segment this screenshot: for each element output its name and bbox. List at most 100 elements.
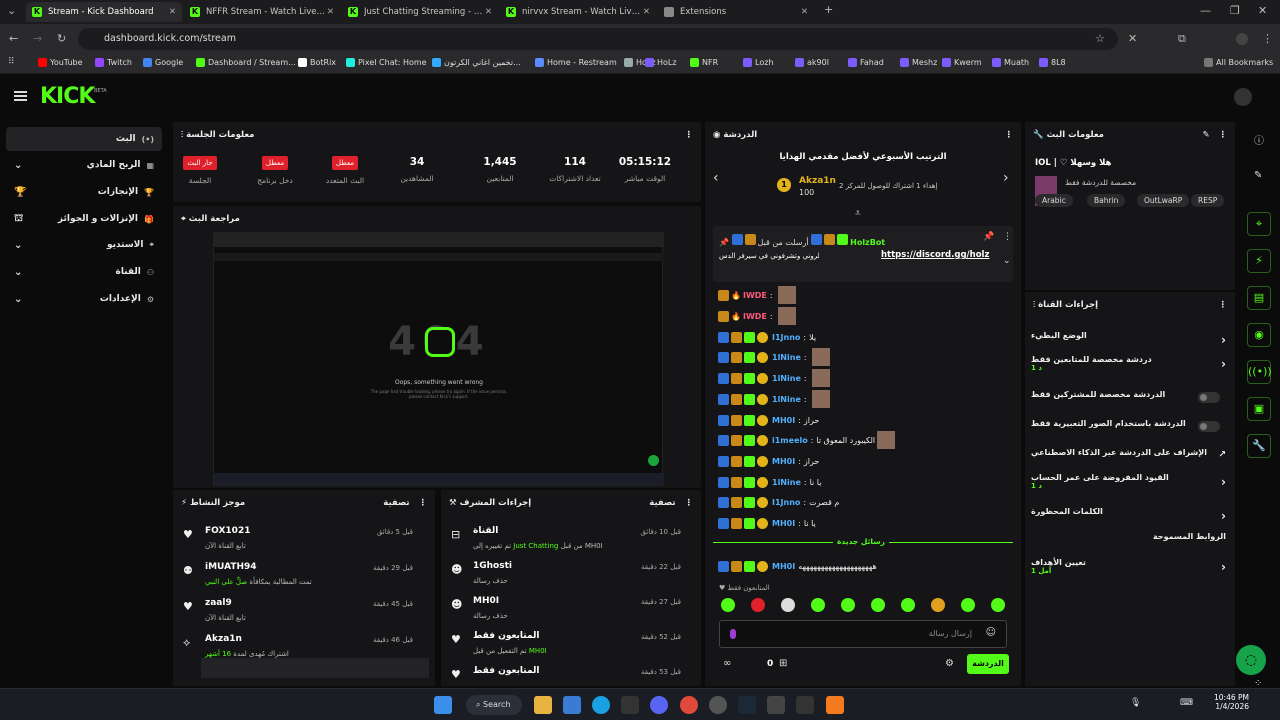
close-tab-icon[interactable]: ✕ — [643, 7, 650, 17]
stream-tag[interactable]: OutLwaRP — [1137, 194, 1190, 207]
close-tab-icon[interactable]: ✕ — [169, 7, 176, 17]
chat-tool-button[interactable]: ◉ — [1247, 323, 1271, 347]
browser-tab[interactable]: K Stream - Kick Dashboard ✕ — [26, 2, 182, 22]
printer-tool-button[interactable]: ▣ — [1247, 397, 1271, 421]
bookmark-item[interactable]: Muath — [992, 58, 1029, 67]
chevron-right-icon[interactable]: › — [1221, 509, 1226, 523]
minimize-button[interactable]: — — [1200, 4, 1211, 17]
filter-button[interactable]: تصفية — [649, 498, 675, 508]
pinned-link[interactable]: https://discord.gg/holz — [881, 250, 989, 260]
kebab-menu-icon[interactable]: ⋮ — [1005, 130, 1014, 140]
bookmark-item[interactable]: Google — [143, 58, 183, 67]
bolt-tool-button[interactable]: ⚡ — [1247, 249, 1271, 273]
chat-username[interactable]: MH0I — [772, 562, 795, 571]
sidebar-item[interactable]: ⌄ القناة ⚇ — [6, 260, 162, 284]
chat-username[interactable]: IWDE — [743, 312, 767, 321]
bookmark-item[interactable]: NFR — [690, 58, 718, 67]
sidebar-item[interactable]: 🏆 الإنجازات 🏆 — [6, 180, 162, 204]
mod-action-name[interactable]: MH0I — [473, 596, 499, 606]
channel-action-row[interactable]: الوضع البطيء › — [1031, 331, 1226, 351]
broadcast-tool-button[interactable]: ((•)) — [1247, 360, 1272, 384]
app-icon[interactable] — [767, 696, 785, 714]
chat-username[interactable]: 1lNine — [772, 395, 801, 404]
toggle-switch[interactable] — [1198, 392, 1220, 403]
emote-quick-icon[interactable] — [901, 598, 915, 612]
steam-icon[interactable] — [738, 696, 756, 714]
mod-action-name[interactable]: المتابعون فقط — [473, 666, 539, 676]
document-tool-button[interactable]: ▤ — [1247, 286, 1271, 310]
channel-action-row[interactable]: القيود المفروضة على عمر الحساب 1 د › — [1031, 473, 1226, 493]
chrome-icon[interactable] — [680, 696, 698, 714]
channel-action-row[interactable]: دردشة مخصصة للمتابعين فقط 1 د › — [1031, 355, 1226, 375]
chevron-right-icon[interactable]: › — [1221, 357, 1226, 371]
pencil-icon[interactable]: ✎ — [1254, 170, 1262, 181]
help-chat-button[interactable]: ◌ — [1236, 645, 1266, 675]
file-explorer-icon[interactable] — [534, 696, 552, 714]
filter-button[interactable]: تصفية — [383, 498, 409, 508]
edit-pencil-icon[interactable]: ✎ — [1202, 130, 1209, 140]
channel-action-row[interactable]: الروابط المسموحة — [1031, 532, 1226, 552]
bookmark-item[interactable]: BotRix — [298, 58, 336, 67]
browser-tab[interactable]: Knirvvx Stream - Watch Live on K✕ — [500, 2, 656, 22]
app-icon[interactable] — [826, 696, 844, 714]
mod-action-item[interactable]: ♥ المتابعون فقط قبل 53 دقيقة — [451, 666, 701, 686]
mic-tray-icon[interactable]: 🎙 — [1130, 698, 1141, 708]
mod-action-item[interactable]: ☻ MH0I حذف رسالة قبل 27 دقيقة — [451, 596, 701, 632]
stream-tag[interactable]: Bahrin — [1087, 194, 1126, 207]
browser-tab[interactable]: Extensions ✕ — [658, 2, 814, 22]
bookmark-item[interactable]: YouTube — [38, 58, 83, 67]
emote-quick-icon[interactable] — [961, 598, 975, 612]
chevron-right-icon[interactable]: › — [1221, 475, 1226, 489]
channel-action-row[interactable]: الكلمات المحظورة › — [1031, 507, 1226, 527]
bookmark-item[interactable]: Lozh — [743, 58, 773, 67]
mute-icon[interactable]: ✕ — [1128, 32, 1137, 45]
mic-icon[interactable] — [730, 629, 736, 639]
chat-username[interactable]: MH0I — [772, 416, 795, 425]
pinned-user[interactable]: HolzBot — [850, 238, 885, 247]
address-bar[interactable]: dashboard.kick.com/stream — [78, 28, 1118, 50]
clock[interactable]: 10:46 PM 1/4/2026 — [1214, 693, 1249, 711]
info-icon[interactable]: ⓘ — [1254, 132, 1264, 147]
chat-username[interactable]: i1meelo — [772, 436, 808, 445]
chat-input[interactable]: إرسال رسالة ☺ — [719, 620, 1007, 648]
wrench-tool-button[interactable]: 🔧 — [1247, 434, 1271, 458]
kebab-menu-icon[interactable]: ⋮ — [419, 498, 428, 508]
network-icon[interactable]: ⌨ — [1180, 698, 1193, 708]
channel-action-row[interactable]: الدردشة باستخدام الصور التعبيرية فقط — [1031, 419, 1226, 439]
bookmark-item[interactable]: Twitch — [95, 58, 132, 67]
preview-video[interactable]: 404 Oops, something went wrong The page … — [213, 232, 664, 486]
apps-icon[interactable]: ⠿ — [8, 57, 15, 67]
activity-item[interactable]: ♥ FOX1021 تابع القناة الآن قبل 5 دقائق — [183, 526, 433, 562]
category-name[interactable]: مخصصة للدردشة فقط — [1065, 178, 1136, 187]
unpin-icon[interactable]: 📌 — [983, 232, 994, 242]
top-gifter-name[interactable]: Akza1n — [799, 176, 836, 186]
chat-username[interactable]: I1Jnno — [772, 333, 800, 342]
new-tab-button[interactable]: + — [824, 3, 833, 16]
chat-username[interactable]: IWDE — [743, 291, 767, 300]
emote-quick-icon[interactable] — [811, 598, 825, 612]
chevron-down-icon[interactable]: ⌄ — [1003, 256, 1011, 266]
kebab-menu-icon[interactable]: ⋮ — [685, 498, 694, 508]
reload-icon[interactable]: ↻ — [57, 32, 66, 45]
external-link-icon[interactable]: ↗ — [1218, 450, 1226, 460]
close-tab-icon[interactable]: ✕ — [801, 7, 808, 17]
collapse-icon[interactable]: ⩡ — [855, 208, 861, 219]
browser-menu-icon[interactable]: ⋮ — [1262, 32, 1273, 45]
obs-icon[interactable] — [709, 696, 727, 714]
activity-item[interactable]: ♥ zaal9 تابع القناة الآن قبل 45 دقيقة — [183, 598, 433, 634]
bookmark-item[interactable]: 8L8 — [1039, 58, 1066, 67]
windows-start-icon[interactable] — [434, 696, 452, 714]
profile-avatar[interactable] — [1236, 33, 1248, 45]
extensions-icon[interactable]: ⧉ — [1178, 32, 1186, 46]
tab-list-icon[interactable]: ⌄ — [7, 4, 16, 17]
chevron-right-icon[interactable]: › — [1221, 560, 1226, 574]
close-window-button[interactable]: ✕ — [1258, 4, 1267, 17]
chat-username[interactable]: MH0I — [772, 519, 795, 528]
channel-action-row[interactable]: الدردشة مخصصة للمشتركين فقط — [1031, 390, 1226, 410]
settings-gear-icon[interactable]: ⚙ — [945, 658, 954, 669]
activity-username[interactable]: iMUATH94 — [205, 562, 257, 572]
browser-tab[interactable]: K Just Chatting Streaming - Live ✕ — [342, 2, 498, 22]
sidebar-item[interactable]: ⌄ الإعدادات ⚙ — [6, 287, 162, 311]
bookmark-item[interactable]: HoLz — [645, 58, 677, 67]
camera-tool-button[interactable]: ⌖ — [1247, 212, 1271, 236]
